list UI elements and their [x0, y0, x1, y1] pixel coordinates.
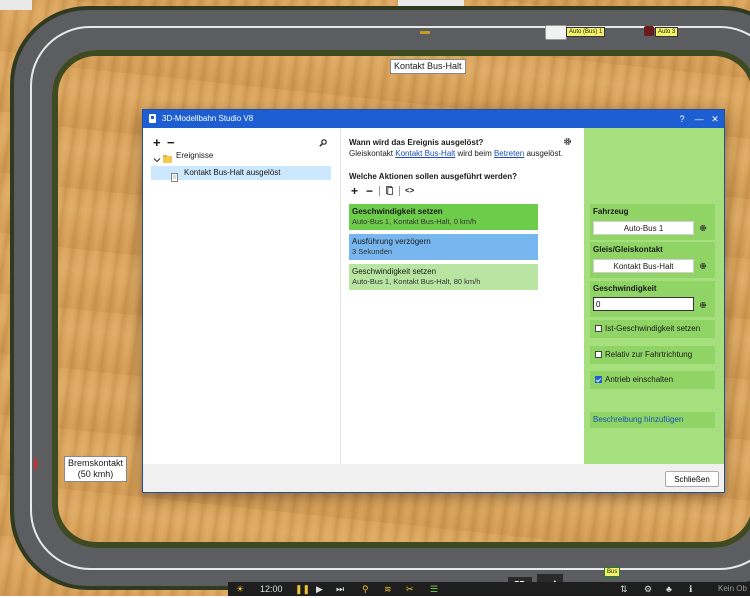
vehicle-group: Fahrzeug Auto-Bus 1 — [590, 204, 715, 240]
status-text: Kein Ob — [718, 584, 747, 593]
contact-label-brake: Bremskontakt (50 kmh) — [64, 456, 128, 482]
action-title: Ausführung verzögern — [352, 237, 431, 246]
dialog-title: 3D-Modellbahn Studio V8 — [162, 114, 254, 123]
checkbox[interactable] — [595, 325, 602, 332]
action-item[interactable]: Geschwindigkeit setzen Auto-Bus 1, Konta… — [349, 204, 538, 230]
minimize-button[interactable]: — — [691, 112, 707, 126]
add-event-button[interactable]: + — [153, 136, 161, 149]
tools-icon[interactable]: ✂ — [406, 583, 414, 595]
settings-sliders-icon[interactable]: ⇅ — [620, 583, 628, 595]
trigger-description: Gleiskontakt Kontakt Bus-Halt wird beim … — [349, 149, 563, 158]
close-window-button[interactable]: ✕ — [707, 112, 723, 126]
help-button[interactable]: ? — [674, 112, 690, 126]
checkbox[interactable] — [595, 351, 602, 358]
vehicle-tag-bus: Auto (Bus) 1 — [566, 27, 606, 37]
speed-label: Geschwindigkeit — [593, 284, 657, 293]
clock-time[interactable]: 12:00 — [260, 583, 283, 595]
skip-icon[interactable]: ⏭ — [336, 583, 344, 595]
vehicle-tag-bottom: Bus — [604, 567, 621, 577]
app-icon — [149, 114, 156, 123]
event-dialog: 3D-Modellbahn Studio V8 ? — ✕ + − Ereign… — [142, 109, 725, 493]
action-title: Geschwindigkeit setzen — [352, 207, 443, 216]
info-icon[interactable]: ℹ — [689, 583, 692, 595]
toolbar-separator — [379, 186, 380, 196]
desc-prefix: Gleiskontakt — [349, 149, 396, 158]
event-tree-pane: + − Ereignisse Kontakt Bus-Halt ausgelös… — [143, 128, 341, 464]
vehicle-label: Fahrzeug — [593, 207, 629, 216]
search-icon[interactable]: ⚲ — [362, 583, 369, 595]
sun-icon[interactable]: ☀ — [236, 583, 244, 595]
action-properties-pane: Fahrzeug Auto-Bus 1 Gleis/Gleiskontakt K… — [584, 128, 724, 464]
vehicle-selector[interactable]: Auto-Bus 1 — [593, 221, 694, 235]
check-drive-on[interactable]: Antrieb einschalten — [590, 371, 715, 389]
bus-vehicle[interactable] — [545, 25, 567, 40]
toolbar-separator — [399, 186, 400, 196]
gear-icon[interactable] — [699, 224, 707, 232]
desc-suffix: ausgelöst. — [524, 149, 563, 158]
enter-mode-link[interactable]: Betreten — [494, 149, 524, 158]
checkbox-label: Ist-Geschwindigkeit setzen — [605, 324, 701, 333]
tree-folder-events[interactable]: Ereignisse — [176, 149, 213, 163]
contact-link[interactable]: Kontakt Bus-Halt — [395, 149, 455, 158]
code-view-icon[interactable]: <> — [405, 186, 414, 195]
add-description-link[interactable]: Beschreibung hinzufügen — [593, 415, 683, 424]
gear-icon[interactable] — [699, 301, 707, 309]
layers-icon[interactable]: ≋ — [384, 583, 392, 595]
tree-item-contact-event[interactable]: Kontakt Bus-Halt ausgelöst — [184, 166, 281, 180]
close-dialog-button[interactable]: Schließen — [665, 471, 719, 487]
checkbox-checked[interactable] — [595, 376, 602, 383]
action-subtitle: Auto-Bus 1, Kontakt Bus-Halt, 80 km/h — [352, 277, 481, 286]
pause-icon[interactable]: ❚❚ — [295, 583, 310, 595]
trigger-question: Wann wird das Ereignis ausgelöst? — [349, 138, 484, 147]
action-item[interactable]: Geschwindigkeit setzen Auto-Bus 1, Konta… — [349, 264, 538, 290]
car-vehicle[interactable] — [644, 26, 654, 36]
document-icon — [171, 173, 178, 182]
dialog-titlebar[interactable]: 3D-Modellbahn Studio V8 ? — ✕ — [143, 110, 724, 128]
action-item[interactable]: Ausführung verzögern 3 Sekunden — [349, 234, 538, 260]
list-icon[interactable]: ☰ — [430, 583, 438, 595]
speed-input[interactable] — [593, 297, 694, 311]
dialog-body: + − Ereignisse Kontakt Bus-Halt ausgelös… — [143, 128, 724, 464]
brake-contact-marker — [34, 459, 37, 469]
add-action-button[interactable]: + — [351, 185, 358, 197]
speed-group: Geschwindigkeit — [590, 281, 715, 317]
gear-icon[interactable] — [563, 137, 572, 146]
top-edge-strip — [0, 0, 32, 10]
event-detail-pane: Wann wird das Ereignis ausgelöst? Gleisk… — [341, 128, 584, 464]
desc-mid: wird beim — [455, 149, 494, 158]
add-description-row: Beschreibung hinzufügen — [590, 412, 715, 428]
remove-event-button[interactable]: − — [167, 136, 175, 149]
check-actual-speed[interactable]: Ist-Geschwindigkeit setzen — [590, 320, 715, 338]
track-group: Gleis/Gleiskontakt Kontakt Bus-Halt — [590, 242, 715, 278]
action-subtitle: Auto-Bus 1, Kontakt Bus-Halt, 0 km/h — [352, 217, 477, 226]
copy-icon[interactable] — [386, 186, 393, 195]
check-relative-direction[interactable]: Relativ zur Fahrtrichtung — [590, 346, 715, 364]
search-icon[interactable] — [319, 139, 327, 147]
actions-question: Welche Aktionen sollen ausgeführt werden… — [349, 172, 518, 181]
contact-label-bus-halt: Kontakt Bus-Halt — [390, 59, 466, 74]
brake-label-line2: (50 kmh) — [77, 469, 114, 479]
play-icon[interactable]: ▶ — [316, 583, 323, 595]
dialog-footer: Schließen — [143, 464, 724, 492]
checkbox-label: Antrieb einschalten — [605, 375, 674, 384]
bottom-toolbar: ☀ 12:00 ❚❚ ▶ ⏭ ⚲ ≋ ✂ ☰ ⇅ ⚙ ♣ ℹ Kein Ob — [228, 582, 750, 596]
checkbox-label: Relativ zur Fahrtrichtung — [605, 350, 693, 359]
tree-icon[interactable]: ♣ — [666, 583, 672, 595]
track-selector[interactable]: Kontakt Bus-Halt — [593, 259, 694, 273]
remove-action-button[interactable]: − — [366, 185, 373, 197]
chevron-down-icon[interactable] — [153, 156, 161, 164]
action-title: Geschwindigkeit setzen — [352, 267, 437, 276]
folder-icon — [163, 155, 172, 163]
gear-icon[interactable]: ⚙ — [644, 583, 652, 595]
action-subtitle: 3 Sekunden — [352, 247, 393, 256]
brake-label-line1: Bremskontakt — [68, 458, 124, 468]
track-label: Gleis/Gleiskontakt — [593, 245, 663, 254]
gear-icon[interactable] — [699, 262, 707, 270]
vehicle-tag-car: Auto 3 — [655, 27, 679, 37]
track-contact-marker — [420, 31, 430, 34]
